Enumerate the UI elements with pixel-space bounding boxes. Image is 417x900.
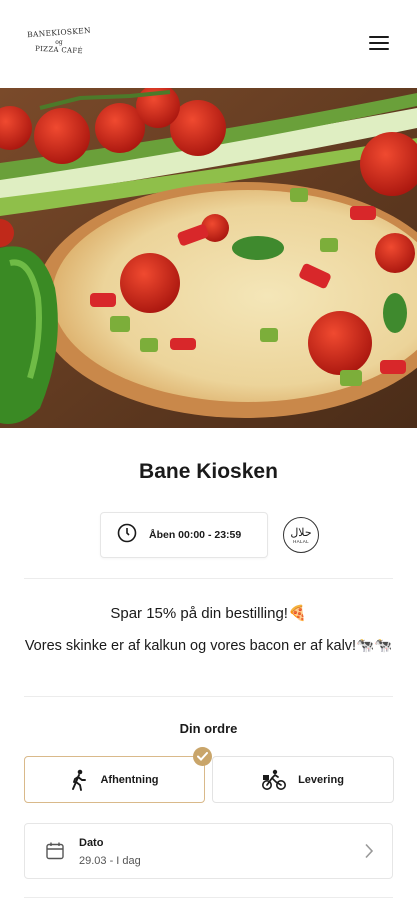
delivery-option-label: Levering [298,773,344,786]
date-selector[interactable]: Dato 29.03 - I dag [24,823,393,879]
halal-badge-arabic: حلال [290,525,312,539]
promo-info-text: Vores skinke er af kalkun og vores bacon… [24,638,393,654]
divider [24,897,393,898]
delivery-option-button[interactable]: Levering [212,756,394,803]
divider [24,578,393,579]
date-value: 29.03 - I dag [79,855,141,867]
opening-hours: Åben 00:00 - 23:59 [100,512,268,558]
calendar-icon [45,841,65,866]
hero-pizza-image [0,88,417,428]
logo-line-1: BANEKIOSKEN [26,25,92,40]
bicycle-courier-icon [262,769,287,791]
clock-icon [117,523,137,548]
order-section-title: Din ordre [179,721,238,736]
promo-discount-text: Spar 15% på din bestilling!🍕 [110,605,307,622]
selected-check-icon [193,747,212,766]
date-label: Dato [79,837,104,849]
walking-person-icon [70,769,88,791]
pickup-option-button[interactable]: Afhentning [24,756,205,803]
pickup-option-label: Afhentning [100,773,159,786]
halal-badge-label: HALAL [293,538,309,544]
hamburger-menu-icon[interactable] [369,36,389,52]
shop-name: Bane Kiosken [139,460,278,483]
chevron-right-icon [364,843,374,864]
opening-hours-text: Åben 00:00 - 23:59 [149,529,242,541]
divider [24,696,393,697]
halal-badge-icon: حلال HALAL [283,517,319,553]
app-header: BANEKIOSKEN og PIZZA CAFÉ [0,0,417,88]
brand-logo[interactable]: BANEKIOSKEN og PIZZA CAFÉ [24,25,94,64]
